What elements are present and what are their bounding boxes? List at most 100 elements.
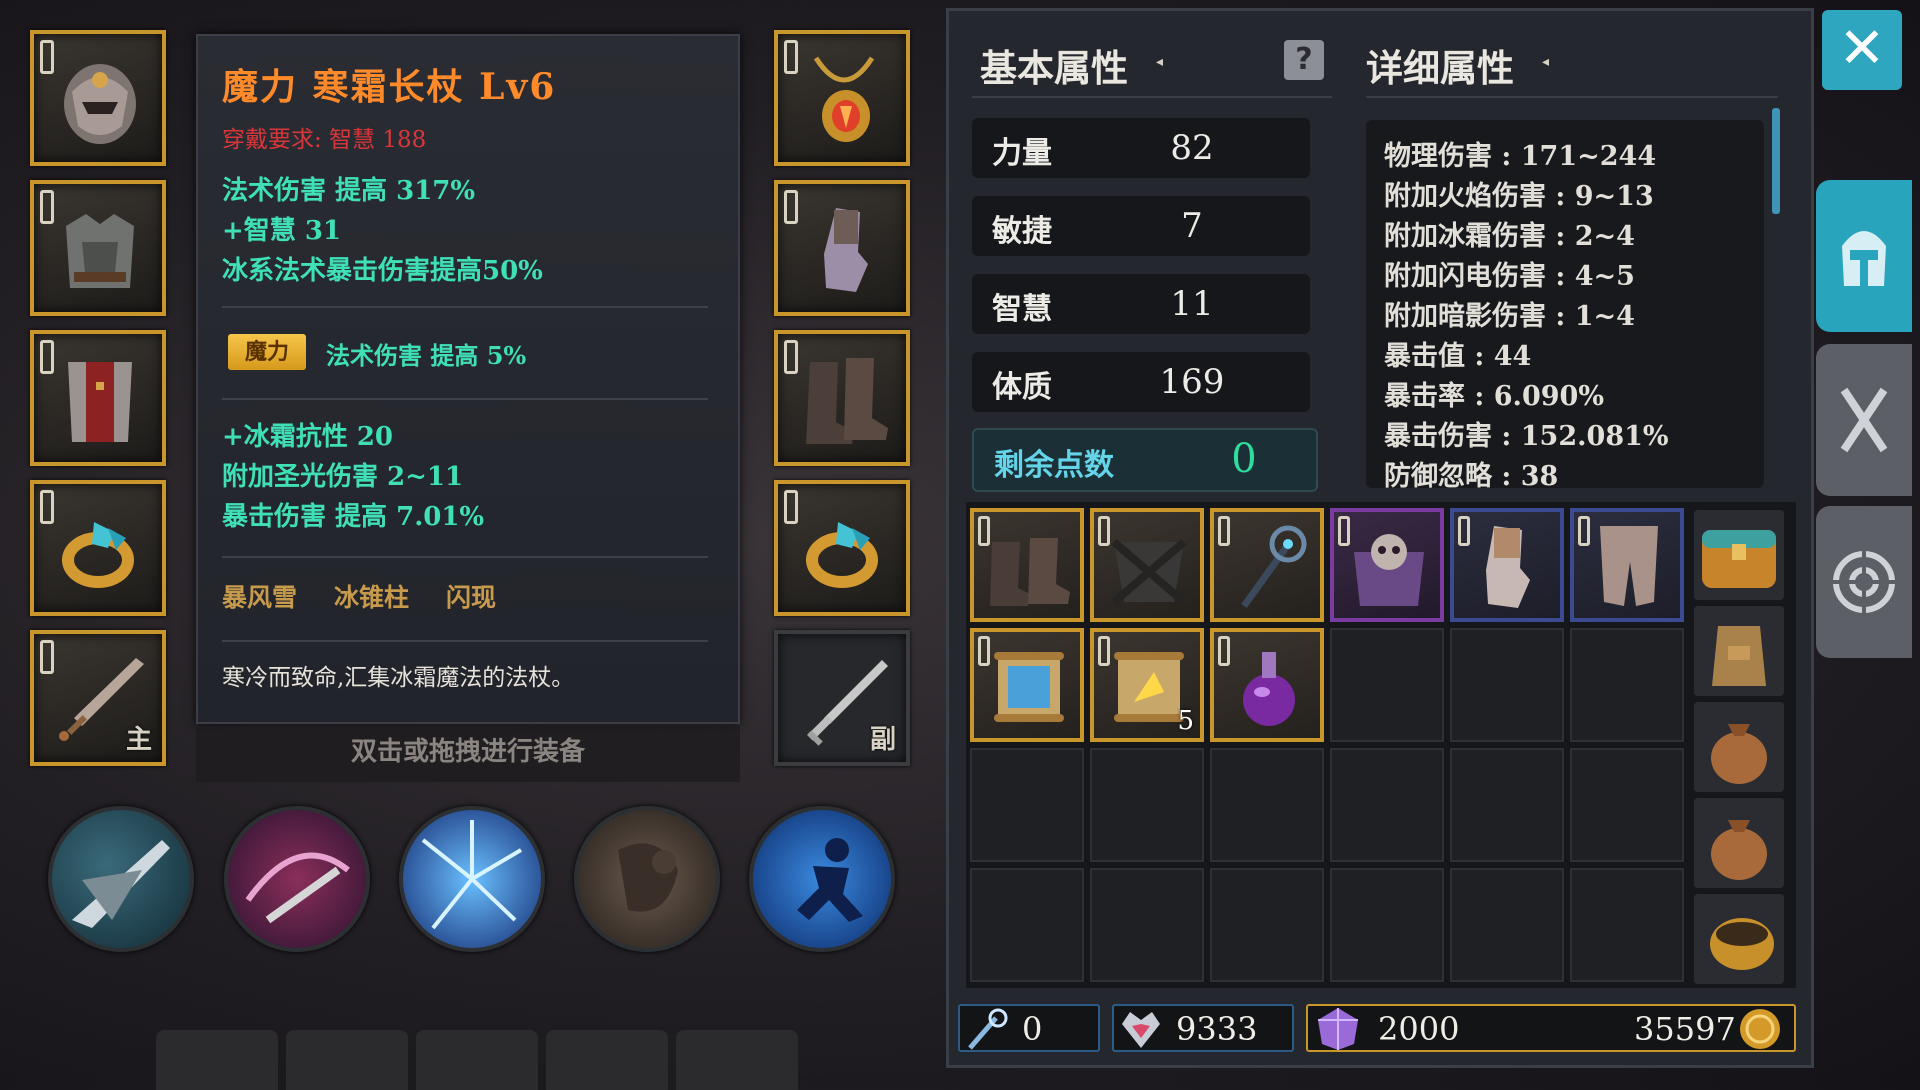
skull-armor-icon [1354, 534, 1424, 606]
inventory-item-shoulder[interactable] [1090, 508, 1204, 622]
inventory-slot-empty[interactable] [970, 868, 1084, 982]
pouch-icon [1711, 820, 1767, 880]
inventory-slot-empty[interactable] [1570, 748, 1684, 862]
item-title: 魔力 寒霜长杖 Lv6 [222, 66, 557, 108]
equip-slot-gloves[interactable] [774, 180, 910, 316]
equip-slot-helmet[interactable] [30, 30, 166, 166]
help-button[interactable]: ? [1284, 40, 1324, 80]
inventory-slot-empty[interactable] [1210, 748, 1324, 862]
slash-skill-icon [72, 840, 170, 928]
pouch-icon [1711, 724, 1767, 784]
close-button[interactable]: ✕ [1822, 10, 1902, 90]
potion-icon [1243, 652, 1295, 726]
inventory-slot-empty[interactable] [1570, 628, 1684, 742]
inventory-item-boots[interactable] [970, 508, 1084, 622]
gold-coin-icon [1740, 1009, 1780, 1049]
bag-slot-sack[interactable] [1694, 894, 1784, 984]
inventory-slot-empty[interactable] [1210, 868, 1324, 982]
equip-slot-off-weapon[interactable]: 副 [774, 630, 910, 766]
divider [972, 96, 1332, 98]
stat-value: 7 [1181, 206, 1203, 246]
leg-armor-icon [68, 362, 132, 442]
gloves-icon [1486, 526, 1530, 608]
inventory-slot-empty[interactable] [1090, 748, 1204, 862]
tab-character[interactable] [1816, 180, 1912, 332]
equip-slot-ring-right[interactable] [774, 480, 910, 616]
inventory-item-leg-armor[interactable] [1570, 508, 1684, 622]
inventory-slot-empty[interactable] [1570, 868, 1684, 982]
main-hand-tag: 主 [125, 725, 152, 755]
equip-slot-legs[interactable] [30, 330, 166, 466]
skill-slash[interactable] [48, 806, 194, 952]
frost-nova-skill-icon [421, 820, 523, 930]
inventory-item-staff[interactable] [1210, 508, 1324, 622]
remaining-points: 剩余点数 0 [972, 428, 1318, 492]
gems-value: 2000 [1378, 1010, 1460, 1048]
stat-constitution: 体质 169 [972, 352, 1310, 412]
item-requirement: 穿戴要求: 智慧 188 [222, 127, 427, 153]
detail-stat: 暴击伤害 : 152.081% [1384, 421, 1669, 452]
inventory-item-scroll-gold[interactable]: 5 [1090, 628, 1204, 742]
equip-slot-chest[interactable] [30, 180, 166, 316]
detail-stat: 防御忽略 : 38 [1384, 461, 1559, 488]
skill-charge[interactable] [574, 806, 720, 952]
bottom-tab-2[interactable] [286, 1030, 408, 1090]
boots-icon [990, 538, 1070, 606]
detail-stats-list[interactable]: 物理伤害 : 171~244 附加火焰伤害 : 9~13 附加冰霜伤害 : 2~… [1366, 120, 1764, 488]
bag-slot-pouch[interactable] [1694, 798, 1784, 888]
equip-hint: 双击或拖拽进行装备 [196, 726, 740, 782]
inventory-slot-empty[interactable] [1450, 868, 1564, 982]
tab-equipment[interactable] [1816, 344, 1912, 496]
skill-frost-nova[interactable] [399, 806, 545, 952]
crystal-heart-icon [1122, 1012, 1160, 1048]
staff-points-display: 0 [958, 1004, 1100, 1052]
detail-stat: 附加暗影伤害 : 1~4 [1384, 301, 1635, 332]
item-stat: 法术伤害 提高 317% [222, 176, 476, 206]
bottom-tab-5[interactable] [676, 1030, 798, 1090]
equip-slot-main-weapon[interactable]: 主 [30, 630, 166, 766]
item-stat: 冰系法术暴击伤害提高50% [222, 256, 543, 286]
bottom-tab-4[interactable] [546, 1030, 668, 1090]
inventory-slot-empty[interactable] [1330, 748, 1444, 862]
bottom-tab-1[interactable] [156, 1030, 278, 1090]
detail-stat: 附加闪电伤害 : 4~5 [1384, 261, 1635, 292]
dropdown-arrow-icon: ◂ [1156, 54, 1164, 70]
inventory-slot-empty[interactable] [1450, 628, 1564, 742]
inventory-slot-empty[interactable] [1450, 748, 1564, 862]
bag-slot-backpack[interactable] [1694, 606, 1784, 696]
detail-attributes-title[interactable]: 详细属性 [1366, 38, 1514, 92]
inventory-item-scroll-blue[interactable] [970, 628, 1084, 742]
remaining-value: 0 [1231, 436, 1257, 482]
helmet-icon [1842, 231, 1886, 286]
scroll-icon [994, 652, 1064, 722]
stat-label: 体质 [992, 370, 1052, 405]
leg-armor-icon [1600, 526, 1658, 606]
divider [1366, 96, 1778, 98]
bottom-tab-3[interactable] [416, 1030, 538, 1090]
stat-value: 169 [1159, 362, 1225, 402]
staff-icon [1241, 525, 1307, 609]
skill-whirl[interactable] [224, 806, 370, 952]
inventory-slot-empty[interactable] [970, 748, 1084, 862]
crystal-hearts-value: 9333 [1176, 1010, 1258, 1048]
inventory-item-potion[interactable] [1210, 628, 1324, 742]
equip-slot-ring-left[interactable] [30, 480, 166, 616]
bag-slot-chest[interactable] [1694, 510, 1784, 600]
stat-value: 11 [1170, 284, 1214, 324]
detail-stat: 暴击值 : 44 [1384, 341, 1532, 372]
equip-slot-boots[interactable] [774, 330, 910, 466]
tab-skills[interactable] [1816, 506, 1912, 658]
inventory-item-gloves[interactable] [1450, 508, 1564, 622]
equip-slot-necklace[interactable] [774, 30, 910, 166]
basic-attributes-title[interactable]: 基本属性 [980, 38, 1128, 92]
inventory-slot-empty[interactable] [1090, 868, 1204, 982]
inventory-item-skull-armor[interactable] [1330, 508, 1444, 622]
inventory-slot-empty[interactable] [1330, 628, 1444, 742]
item-skill: 暴风雪 [222, 583, 298, 612]
crystal-hearts-display: 9333 [1112, 1004, 1294, 1052]
crossed-tools-icon [1840, 387, 1888, 453]
inventory-slot-empty[interactable] [1330, 868, 1444, 982]
bag-slot-pouch[interactable] [1694, 702, 1784, 792]
skill-dash[interactable] [749, 806, 895, 952]
detail-scrollbar[interactable] [1772, 108, 1780, 214]
